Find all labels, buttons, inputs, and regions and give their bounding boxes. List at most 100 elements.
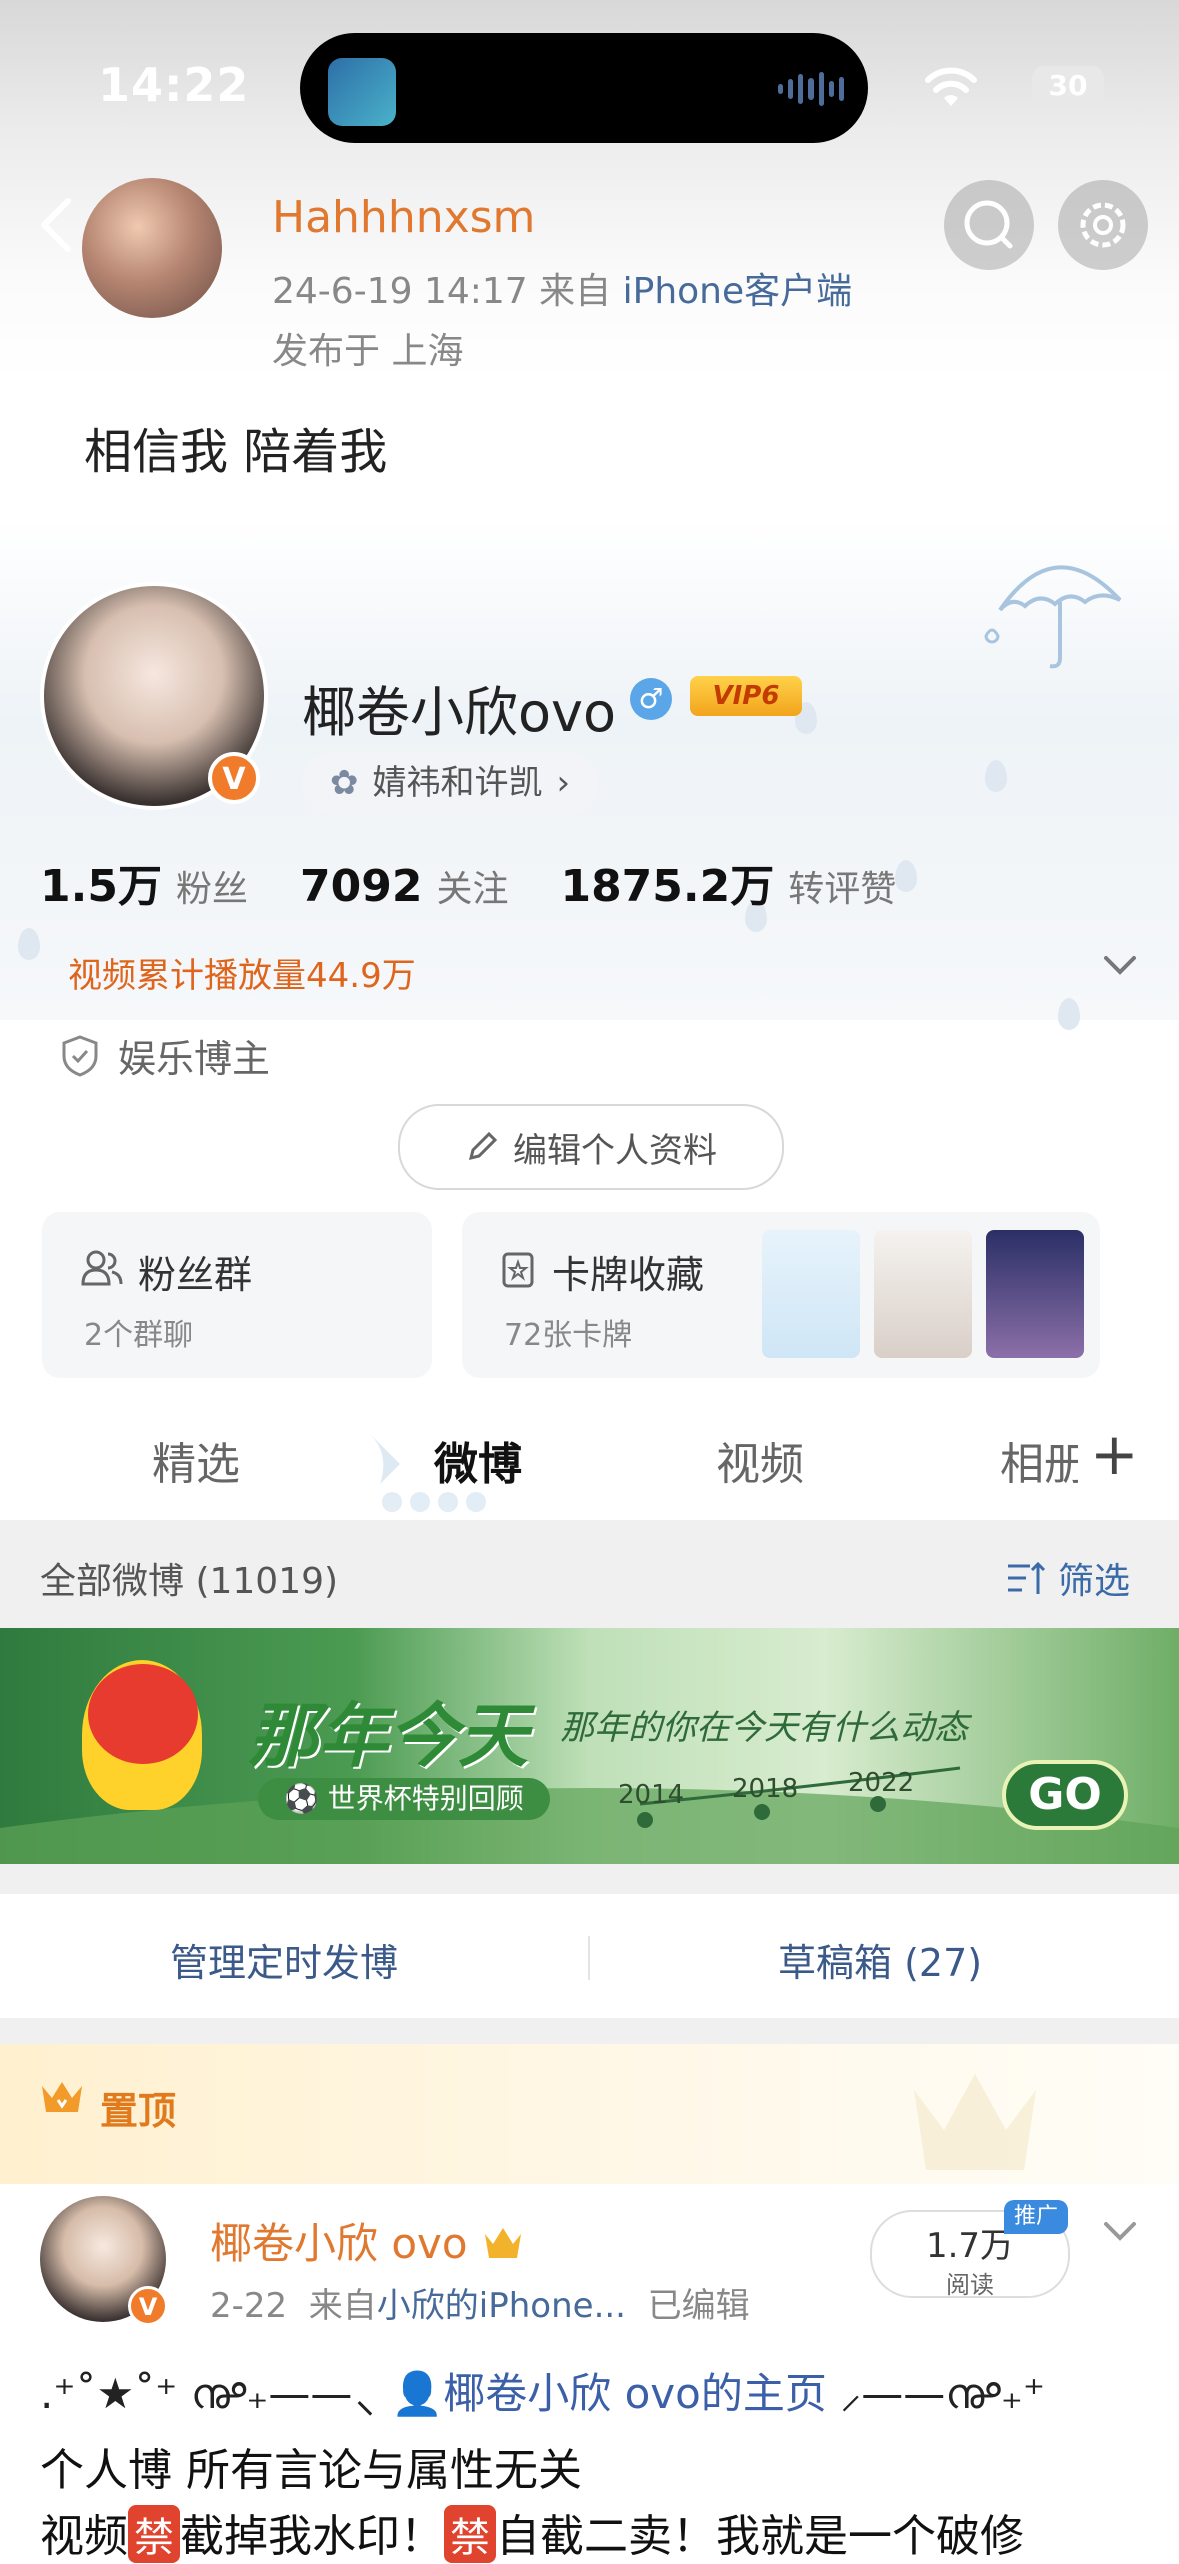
ban-emoji: 禁: [128, 2505, 180, 2563]
male-gender-icon: ♂: [630, 678, 672, 720]
edit-profile-button[interactable]: 编辑个人资料: [398, 1104, 784, 1190]
post-body-line-2: 个人博 所有言论与属性无关: [40, 2445, 582, 2496]
profile-stats: 1.5万 粉丝 7092 关注 1875.2万 转评赞: [40, 850, 934, 914]
fans-group-subtitle: 2个群聊: [84, 1318, 194, 1353]
post-source-prefix: 来自: [539, 271, 612, 312]
card-collection-title: 卡牌收藏: [552, 1253, 705, 1297]
raindrop-decoration: [985, 760, 1007, 792]
mascot-head: [88, 1664, 198, 1764]
vip-crown-icon: [484, 2228, 521, 2258]
following-count[interactable]: 7092: [300, 861, 422, 912]
post-location: 发布于 上海: [272, 331, 464, 372]
crown-decoration: [914, 2074, 1036, 2170]
poster-username[interactable]: Hahhhnxsm: [272, 192, 535, 243]
search-icon: [964, 200, 1013, 249]
banner-year: 2018: [732, 1774, 799, 1804]
post-author-name[interactable]: 椰卷小欣 ovo: [210, 2210, 525, 2271]
likes-label: 转评赞: [788, 869, 897, 910]
umbrella-decoration-icon: [984, 565, 1122, 669]
raindrop-decoration: [18, 928, 40, 960]
island-app-icon: [328, 58, 396, 126]
search-button[interactable]: [944, 180, 1034, 270]
post-source-prefix: 来自: [308, 2286, 377, 2326]
chevron-down-icon[interactable]: [1100, 2216, 1140, 2246]
vip-badge[interactable]: VIP6: [690, 676, 802, 716]
status-time: 14:22: [98, 58, 250, 112]
card-thumbnail[interactable]: [762, 1230, 860, 1358]
category-row: 娱乐博主: [60, 1028, 270, 1083]
wifi-icon: [925, 67, 977, 106]
post-date: 2-22: [210, 2286, 288, 2326]
people-icon: [81, 1250, 123, 1286]
tab-featured[interactable]: 精选: [152, 1428, 240, 1492]
post-body-line-3: 视频禁截掉我水印！禁自截二卖！我就是一个破修: [40, 2500, 1024, 2564]
filter-label: 筛选: [1058, 1561, 1131, 1602]
verified-badge-icon: V: [208, 752, 260, 804]
verified-badge-icon: V: [128, 2286, 168, 2326]
ban-emoji: 禁: [444, 2505, 496, 2563]
tab-weibo[interactable]: 微博: [434, 1428, 522, 1492]
banner-subtitle: 那年的你在今天有什么动态: [560, 1708, 968, 1748]
followers-label[interactable]: 粉丝: [176, 860, 248, 912]
divider: [588, 1936, 590, 1980]
settings-button[interactable]: [1058, 180, 1148, 270]
banner-title: 那年今天: [248, 1695, 528, 1777]
tab-video[interactable]: 视频: [716, 1428, 804, 1492]
banner-go-button[interactable]: GO: [1002, 1760, 1128, 1830]
manage-scheduled-button[interactable]: 管理定时发博: [170, 1932, 398, 1987]
raindrop-decoration: [1058, 998, 1080, 1030]
line3-text: 截掉我水印！: [180, 2511, 444, 2562]
edit-profile-label: 编辑个人资料: [513, 1130, 717, 1171]
post-date: 24-6-19 14:17: [272, 271, 528, 312]
gear-icon: [1080, 202, 1126, 248]
poster-avatar[interactable]: [82, 178, 222, 318]
clover-icon: ✿: [330, 763, 359, 803]
banner-year: 2022: [848, 1768, 915, 1798]
category-label: 娱乐博主: [118, 1037, 271, 1081]
post-device[interactable]: 小欣的iPhone...: [377, 2286, 626, 2326]
divider: [0, 1864, 1179, 1894]
following-label[interactable]: 关注: [436, 860, 508, 912]
pencil-icon: [468, 1131, 498, 1161]
battery-indicator: 30: [1032, 66, 1104, 106]
profile-tabs: 精选 微博 视频 相册: [0, 1402, 1179, 1517]
pinned-label: 置顶: [100, 2089, 177, 2133]
card-collection-icon: [502, 1252, 534, 1288]
card-thumbnail[interactable]: [986, 1230, 1084, 1358]
shield-icon: [62, 1034, 98, 1077]
deco-text: .⁺˚★˚⁺ ൲₊——⸜: [40, 2369, 378, 2418]
profile-link-text: 椰卷小欣 ovo的主页: [443, 2369, 827, 2418]
all-posts-count[interactable]: 全部微博 (11019): [40, 1552, 338, 1604]
card-collection-subtitle: 72张卡牌: [504, 1318, 633, 1353]
line3-text: 自截二卖！我就是一个破修: [496, 2511, 1024, 2562]
deco-text: ⸝——൲₊⁺: [840, 2369, 1046, 2418]
filter-button[interactable]: 筛选: [1006, 1552, 1130, 1604]
drafts-button[interactable]: 草稿箱 (27): [778, 1932, 982, 1987]
crown-icon: [42, 2082, 82, 2112]
likes-count: 1875.2万: [560, 861, 775, 912]
card-thumbnail[interactable]: [874, 1230, 972, 1358]
add-tab-icon[interactable]: +: [1090, 1420, 1139, 1488]
profile-link[interactable]: 👤椰卷小欣 ovo的主页: [391, 2369, 827, 2418]
post-edited: 已编辑: [647, 2286, 750, 2326]
fans-group-title: 粉丝群: [138, 1253, 253, 1297]
post-author-name-text: 椰卷小欣 ovo: [210, 2219, 468, 2268]
post-device[interactable]: iPhone客户端: [623, 271, 853, 312]
super-topic-tag[interactable]: ✿ 婧祎和许凯 ›: [302, 752, 599, 814]
promote-badge[interactable]: 推广: [1004, 2200, 1068, 2234]
tab-album[interactable]: 相册: [1000, 1428, 1078, 1492]
chevron-right-icon: ›: [556, 763, 571, 803]
divider: [0, 2018, 1179, 2044]
read-label: 阅读: [946, 2271, 994, 2299]
tag-label: 婧祎和许凯: [372, 763, 543, 803]
filter-icon: [1008, 1561, 1046, 1594]
post-text: 相信我 陪着我: [84, 424, 388, 480]
back-arrow-icon[interactable]: [36, 195, 76, 255]
audio-wave-icon: [778, 70, 844, 108]
followers-count[interactable]: 1.5万: [40, 850, 162, 914]
video-views: 视频累计播放量44.9万: [68, 956, 416, 996]
profile-name: 椰卷小欣ovo: [302, 681, 617, 744]
banner-worldcup-pill: ⚽ 世界杯特别回顾: [258, 1778, 550, 1820]
post-body-line-1: .⁺˚★˚⁺ ൲₊——⸜ 👤椰卷小欣 ovo的主页 ⸝——൲₊⁺: [40, 2360, 1045, 2421]
chevron-down-icon[interactable]: [1100, 950, 1140, 980]
